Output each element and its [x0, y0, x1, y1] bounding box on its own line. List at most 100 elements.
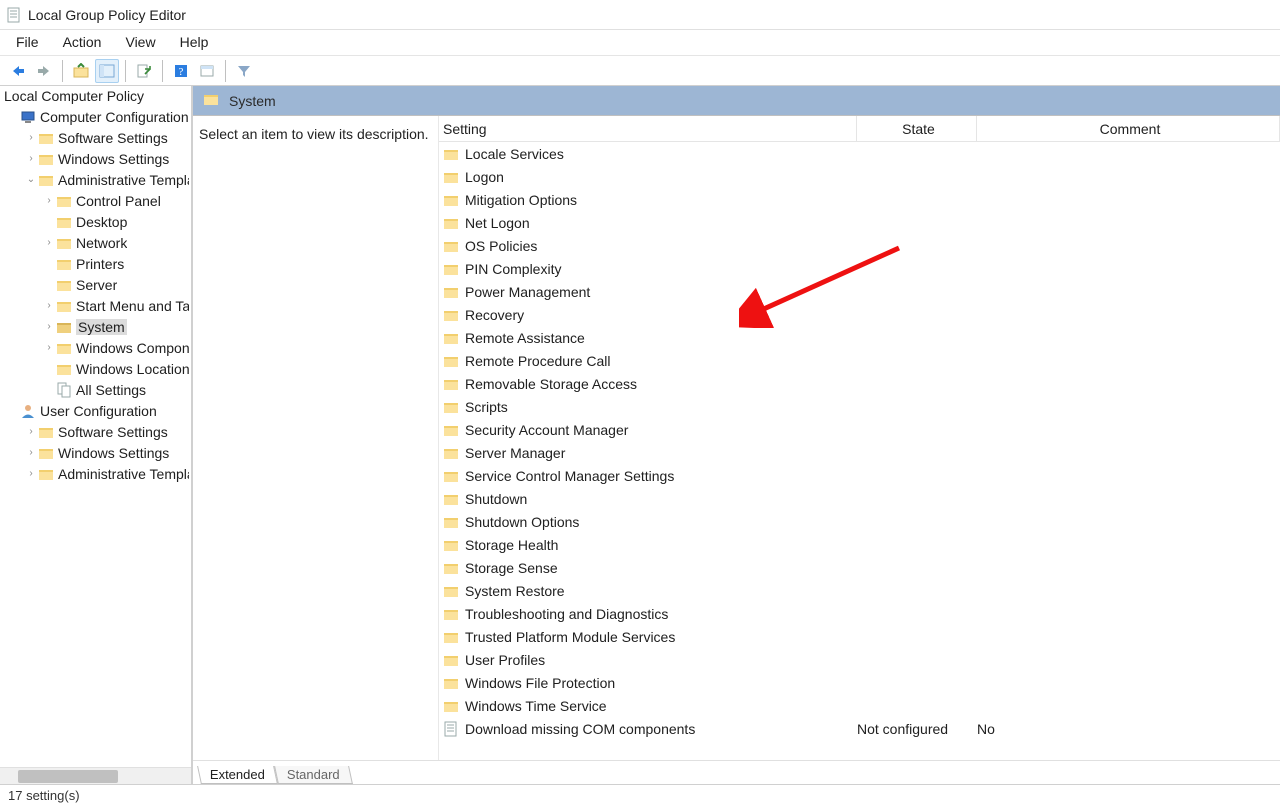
tree-item[interactable]: ›Windows Settings: [0, 442, 191, 463]
list-row[interactable]: Server Manager: [439, 441, 1280, 464]
tree-item[interactable]: Computer Configuration: [0, 106, 191, 127]
tree-item-label: Desktop: [76, 214, 127, 230]
list-row[interactable]: Locale Services: [439, 142, 1280, 165]
list-row[interactable]: Net Logon: [439, 211, 1280, 234]
menu-view[interactable]: View: [113, 30, 167, 55]
tab-extended[interactable]: Extended: [197, 766, 278, 784]
export-icon[interactable]: [132, 59, 156, 83]
folder-icon: [56, 235, 72, 251]
list-row[interactable]: OS Policies: [439, 234, 1280, 257]
chevron-right-icon[interactable]: ›: [24, 467, 38, 481]
chevron-right-icon[interactable]: ›: [24, 446, 38, 460]
chevron-right-icon[interactable]: ›: [42, 194, 56, 208]
folder-icon: [443, 399, 459, 415]
chevron-right-icon[interactable]: ›: [42, 341, 56, 355]
chevron-right-icon[interactable]: ›: [24, 131, 38, 145]
list-row[interactable]: Shutdown: [439, 487, 1280, 510]
list-row[interactable]: Scripts: [439, 395, 1280, 418]
window-title: Local Group Policy Editor: [28, 7, 186, 23]
list-row[interactable]: Service Control Manager Settings: [439, 464, 1280, 487]
chevron-right-icon[interactable]: ›: [24, 425, 38, 439]
folder-icon: [443, 353, 459, 369]
list-row[interactable]: Shutdown Options: [439, 510, 1280, 533]
toolbar-separator: [62, 60, 63, 82]
chevron-down-icon[interactable]: ⌄: [24, 173, 38, 187]
list-row[interactable]: Troubleshooting and Diagnostics: [439, 602, 1280, 625]
tab-standard[interactable]: Standard: [274, 766, 353, 784]
menu-help[interactable]: Help: [168, 30, 221, 55]
folder-icon: [56, 277, 72, 293]
tree-item[interactable]: User Configuration: [0, 400, 191, 421]
list-row[interactable]: Download missing COM componentsNot confi…: [439, 717, 1280, 740]
list-row[interactable]: Storage Health: [439, 533, 1280, 556]
column-setting[interactable]: Setting: [439, 116, 857, 141]
tree-item[interactable]: ›Software Settings: [0, 127, 191, 148]
tree-item[interactable]: All Settings: [0, 379, 191, 400]
folder-icon: [443, 514, 459, 530]
menu-action[interactable]: Action: [51, 30, 114, 55]
tree-item-label: Printers: [76, 256, 124, 272]
list-row[interactable]: Trusted Platform Module Services: [439, 625, 1280, 648]
list-row[interactable]: Removable Storage Access: [439, 372, 1280, 395]
tree-item[interactable]: ›Software Settings: [0, 421, 191, 442]
up-folder-icon[interactable]: [69, 59, 93, 83]
tree-item[interactable]: ›Start Menu and Taskbar: [0, 295, 191, 316]
list-row[interactable]: Logon: [439, 165, 1280, 188]
column-state[interactable]: State: [857, 116, 977, 141]
column-headers: Setting State Comment: [439, 116, 1280, 142]
tree-item[interactable]: Server: [0, 274, 191, 295]
folder-icon: [443, 445, 459, 461]
list-row[interactable]: Remote Procedure Call: [439, 349, 1280, 372]
toolbar-separator: [225, 60, 226, 82]
nav-forward-icon[interactable]: [32, 59, 56, 83]
help-icon[interactable]: ?: [169, 59, 193, 83]
tree-item[interactable]: ›Windows Settings: [0, 148, 191, 169]
chevron-right-icon[interactable]: ›: [42, 299, 56, 313]
setting-name: Windows Time Service: [465, 698, 607, 714]
scrollbar-thumb[interactable]: [18, 770, 118, 783]
folder-icon: [38, 466, 54, 482]
menu-file[interactable]: File: [4, 30, 51, 55]
statusbar: 17 setting(s): [0, 784, 1280, 806]
tree-item[interactable]: ›Network: [0, 232, 191, 253]
list-row[interactable]: Mitigation Options: [439, 188, 1280, 211]
list-row[interactable]: System Restore: [439, 579, 1280, 602]
list-row[interactable]: Storage Sense: [439, 556, 1280, 579]
folder-icon: [443, 238, 459, 254]
list-row[interactable]: PIN Complexity: [439, 257, 1280, 280]
chevron-right-icon[interactable]: ›: [42, 320, 56, 334]
folder-icon: [56, 319, 72, 335]
tree-item[interactable]: ›Administrative Templates: [0, 463, 191, 484]
tree-item[interactable]: › Windows Components: [0, 337, 191, 358]
column-comment[interactable]: Comment: [977, 116, 1280, 141]
chevron-right-icon[interactable]: ›: [24, 152, 38, 166]
show-tree-icon[interactable]: [95, 59, 119, 83]
tree-item[interactable]: Desktop: [0, 211, 191, 232]
filter-icon[interactable]: [232, 59, 256, 83]
tree-h-scrollbar[interactable]: [0, 767, 191, 784]
tree-item[interactable]: ›System: [0, 316, 191, 337]
nav-back-icon[interactable]: [6, 59, 30, 83]
list-row[interactable]: User Profiles: [439, 648, 1280, 671]
tree-item[interactable]: ›Control Panel: [0, 190, 191, 211]
folder-icon: [443, 261, 459, 277]
content-pane: System Select an item to view its descri…: [192, 86, 1280, 784]
sheet-icon: [56, 382, 72, 398]
tree-item[interactable]: Windows Location: [0, 358, 191, 379]
tree-header[interactable]: Local Computer Policy: [0, 86, 191, 106]
list-row[interactable]: Remote Assistance: [439, 326, 1280, 349]
chevron-right-icon[interactable]: ›: [42, 236, 56, 250]
list-row[interactable]: Windows File Protection: [439, 671, 1280, 694]
folder-icon: [38, 445, 54, 461]
list-row[interactable]: Windows Time Service: [439, 694, 1280, 717]
list-row[interactable]: Power Management: [439, 280, 1280, 303]
tree-item[interactable]: ⌄Administrative Templates: [0, 169, 191, 190]
folder-icon: [443, 675, 459, 691]
tree-item-label: Windows Components: [76, 340, 189, 356]
setting-name: Remote Procedure Call: [465, 353, 611, 369]
properties-icon[interactable]: [195, 59, 219, 83]
tree-item[interactable]: Printers: [0, 253, 191, 274]
content-title: System: [229, 93, 276, 109]
list-row[interactable]: Security Account Manager: [439, 418, 1280, 441]
list-row[interactable]: Recovery: [439, 303, 1280, 326]
